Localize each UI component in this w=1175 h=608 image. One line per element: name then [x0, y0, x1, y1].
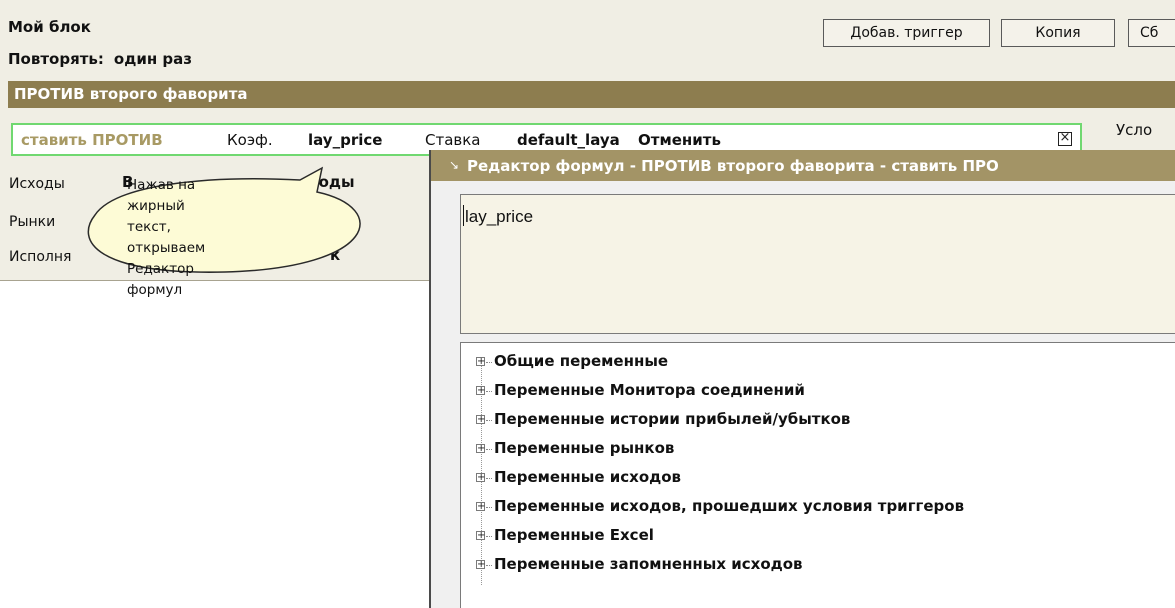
- tree-item-label: Переменные истории прибылей/убытков: [494, 410, 851, 428]
- tree-item-label: Переменные Монитора соединений: [494, 381, 805, 399]
- tree-item-label: Переменные исходов: [494, 468, 682, 486]
- window-icon: ↘: [449, 158, 460, 172]
- action-title-bar: ПРОТИВ второго фаворита: [8, 81, 1175, 108]
- bet-type-link[interactable]: ставить ПРОТИВ: [21, 131, 163, 149]
- stake-label: Ставка: [425, 131, 481, 149]
- tree-branch: [486, 565, 492, 566]
- callout-line: Редактор формул: [127, 261, 194, 298]
- expand-icon[interactable]: +: [476, 560, 485, 570]
- tree-branch: [486, 420, 492, 421]
- coef-label: Коэф.: [227, 131, 273, 149]
- editor-title-bar[interactable]: ↘ Редактор формул - ПРОТИВ второго фавор…: [431, 150, 1175, 181]
- repeat-setting[interactable]: Повторять: один раз: [8, 50, 192, 68]
- expand-icon[interactable]: +: [476, 531, 485, 541]
- tree-item-label: Переменные запомненных исходов: [494, 555, 803, 573]
- variables-tree[interactable]: + Общие переменные + Переменные Монитора…: [460, 342, 1175, 608]
- tree-branch: [486, 362, 492, 363]
- callout-line: текст, открываем: [127, 219, 206, 256]
- repeat-value[interactable]: один раз: [114, 50, 192, 68]
- tree-item-label: Переменные исходов, прошедших условия тр…: [494, 497, 965, 515]
- text-caret: [463, 205, 464, 226]
- tree-item-label: Общие переменные: [494, 352, 669, 370]
- callout-line: Нажав на жирный: [127, 177, 196, 214]
- callout-text: Нажав на жирный текст, открываем Редакто…: [127, 175, 252, 301]
- tree-item-label: Переменные рынков: [494, 439, 675, 457]
- expand-icon[interactable]: +: [476, 357, 485, 367]
- expand-icon[interactable]: +: [476, 502, 485, 512]
- repeat-label: Повторять:: [8, 50, 104, 68]
- formula-editor-window: ↘ Редактор формул - ПРОТИВ второго фавор…: [429, 150, 1175, 608]
- tree-branch: [486, 478, 492, 479]
- close-icon[interactable]: ×: [1058, 131, 1072, 146]
- cancel-link[interactable]: Отменить: [638, 131, 721, 149]
- expand-icon[interactable]: +: [476, 473, 485, 483]
- expand-icon[interactable]: +: [476, 444, 485, 454]
- expand-icon[interactable]: +: [476, 386, 485, 396]
- copy-button[interactable]: Копия: [1001, 19, 1115, 47]
- editor-title: Редактор формул - ПРОТИВ второго фаворит…: [467, 157, 999, 175]
- tree-branch: [486, 507, 492, 508]
- formula-text: lay_price: [465, 207, 534, 226]
- block-title: Мой блок: [8, 18, 91, 36]
- stake-formula-link[interactable]: default_laya: [517, 131, 620, 149]
- action-title: ПРОТИВ второго фаворита: [14, 85, 248, 103]
- formula-input[interactable]: lay_price: [460, 194, 1175, 334]
- expand-icon[interactable]: +: [476, 415, 485, 425]
- tree-branch: [486, 391, 492, 392]
- markets-label: Рынки: [9, 214, 56, 230]
- add-trigger-button[interactable]: Добав. триггер: [823, 19, 990, 47]
- tree-branch: [486, 536, 492, 537]
- conditions-label: Усло: [1116, 121, 1153, 139]
- tree-item-label: Переменные Excel: [494, 526, 654, 544]
- coef-formula-link[interactable]: lay_price: [308, 131, 382, 149]
- reset-button[interactable]: Сб: [1128, 19, 1175, 47]
- tree-branch: [486, 449, 492, 450]
